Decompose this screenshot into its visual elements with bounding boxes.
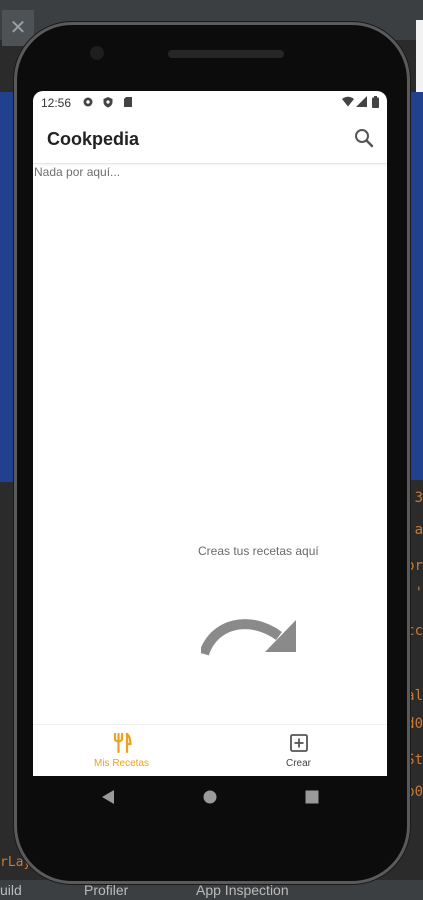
search-icon[interactable] [353, 127, 375, 149]
empty-state-text: Nada por aquí... [34, 165, 121, 179]
home-icon[interactable] [203, 790, 217, 804]
code-fragment: 3 [414, 490, 423, 506]
sd-card-icon [124, 97, 132, 107]
restaurant-icon [113, 733, 132, 753]
nav-mis-recetas[interactable]: Mis Recetas [33, 725, 210, 776]
code-fragment: a [414, 522, 423, 538]
app-inspection-tab[interactable]: App Inspection [196, 882, 289, 898]
create-hint-text: Creas tus recetas aquí [198, 544, 319, 558]
nav-crear[interactable]: Crear [210, 725, 387, 776]
close-icon: ✕ [9, 17, 27, 39]
top-app-bar: Cookpedia [33, 113, 387, 164]
profiler-tab[interactable]: Profiler [84, 882, 128, 898]
back-icon[interactable] [101, 790, 115, 804]
status-bar: 12:56 [33, 91, 387, 113]
add-box-icon [290, 734, 308, 752]
battery-icon [372, 96, 379, 108]
system-navigation-bar [33, 776, 387, 820]
phone-frame: 12:56 Cookpedia Nada por aquí... Creas t… [14, 22, 410, 884]
wifi-icon [342, 96, 354, 107]
app-title: Cookpedia [47, 129, 140, 149]
signal-icon [356, 96, 367, 107]
recents-icon[interactable] [305, 790, 319, 804]
nav-label: Mis Recetas [93, 758, 149, 769]
build-tab[interactable]: uild [0, 882, 22, 898]
code-fragment: ' [414, 585, 423, 601]
shield-icon [103, 97, 113, 108]
nav-label: Crear [285, 758, 311, 769]
settings-icon [83, 97, 93, 107]
curved-arrow-icon [201, 619, 296, 656]
app-screen: 12:56 Cookpedia Nada por aquí... Creas t… [33, 91, 387, 776]
front-camera [90, 46, 104, 60]
bottom-navigation: Mis Recetas Crear [33, 724, 387, 776]
status-time: 12:56 [41, 96, 72, 110]
speaker-grille [168, 50, 284, 58]
